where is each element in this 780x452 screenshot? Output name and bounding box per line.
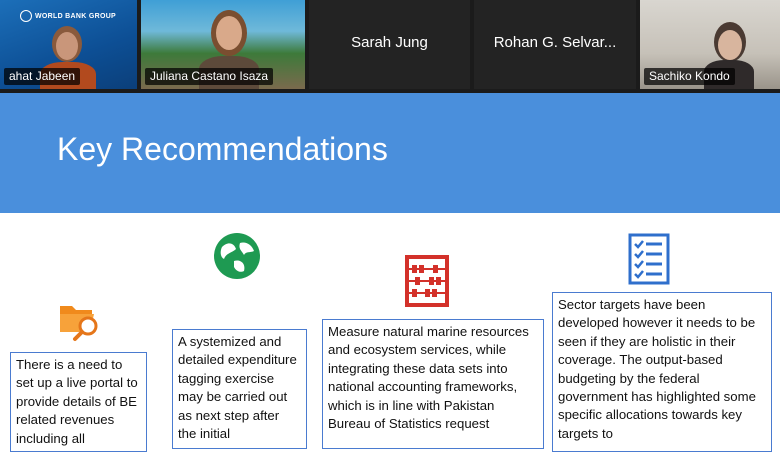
participant-name: Juliana Castano Isaza [145, 68, 274, 85]
participant-name: ahat Jabeen [4, 68, 81, 85]
slide-title: Key Recommendations [57, 131, 388, 167]
recommendation-box: There is a need to set up a live portal … [10, 352, 147, 452]
participant-name: Sachiko Kondo [644, 68, 735, 85]
globe-icon [214, 233, 260, 279]
recommendation-box: Sector targets have been developed howev… [552, 292, 772, 452]
participant-tile[interactable]: Sachiko Kondo [640, 0, 780, 89]
participant-tile[interactable]: WORLD BANK GROUP ahat Jabeen [0, 0, 137, 89]
abacus-icon [405, 255, 449, 307]
recommendation-box: Measure natural marine resources and eco… [322, 319, 544, 449]
recommendation-box: A systemized and detailed expenditure ta… [172, 329, 307, 449]
participant-strip: WORLD BANK GROUP ahat Jabeen Juliana Cas… [0, 0, 780, 93]
logo-text: WORLD BANK GROUP [35, 12, 117, 20]
participant-tile[interactable]: Sarah Jung [309, 0, 470, 89]
participant-tile[interactable]: Juliana Castano Isaza [141, 0, 305, 89]
participant-name: Sarah Jung [351, 34, 428, 51]
world-bank-globe-icon [20, 10, 32, 22]
folder-search-icon [60, 306, 98, 341]
participant-tile[interactable]: Rohan G. Selvar... [474, 0, 636, 89]
checklist-icon [628, 233, 670, 285]
participant-name: Rohan G. Selvar... [493, 34, 617, 51]
world-bank-logo: WORLD BANK GROUP [20, 10, 116, 22]
